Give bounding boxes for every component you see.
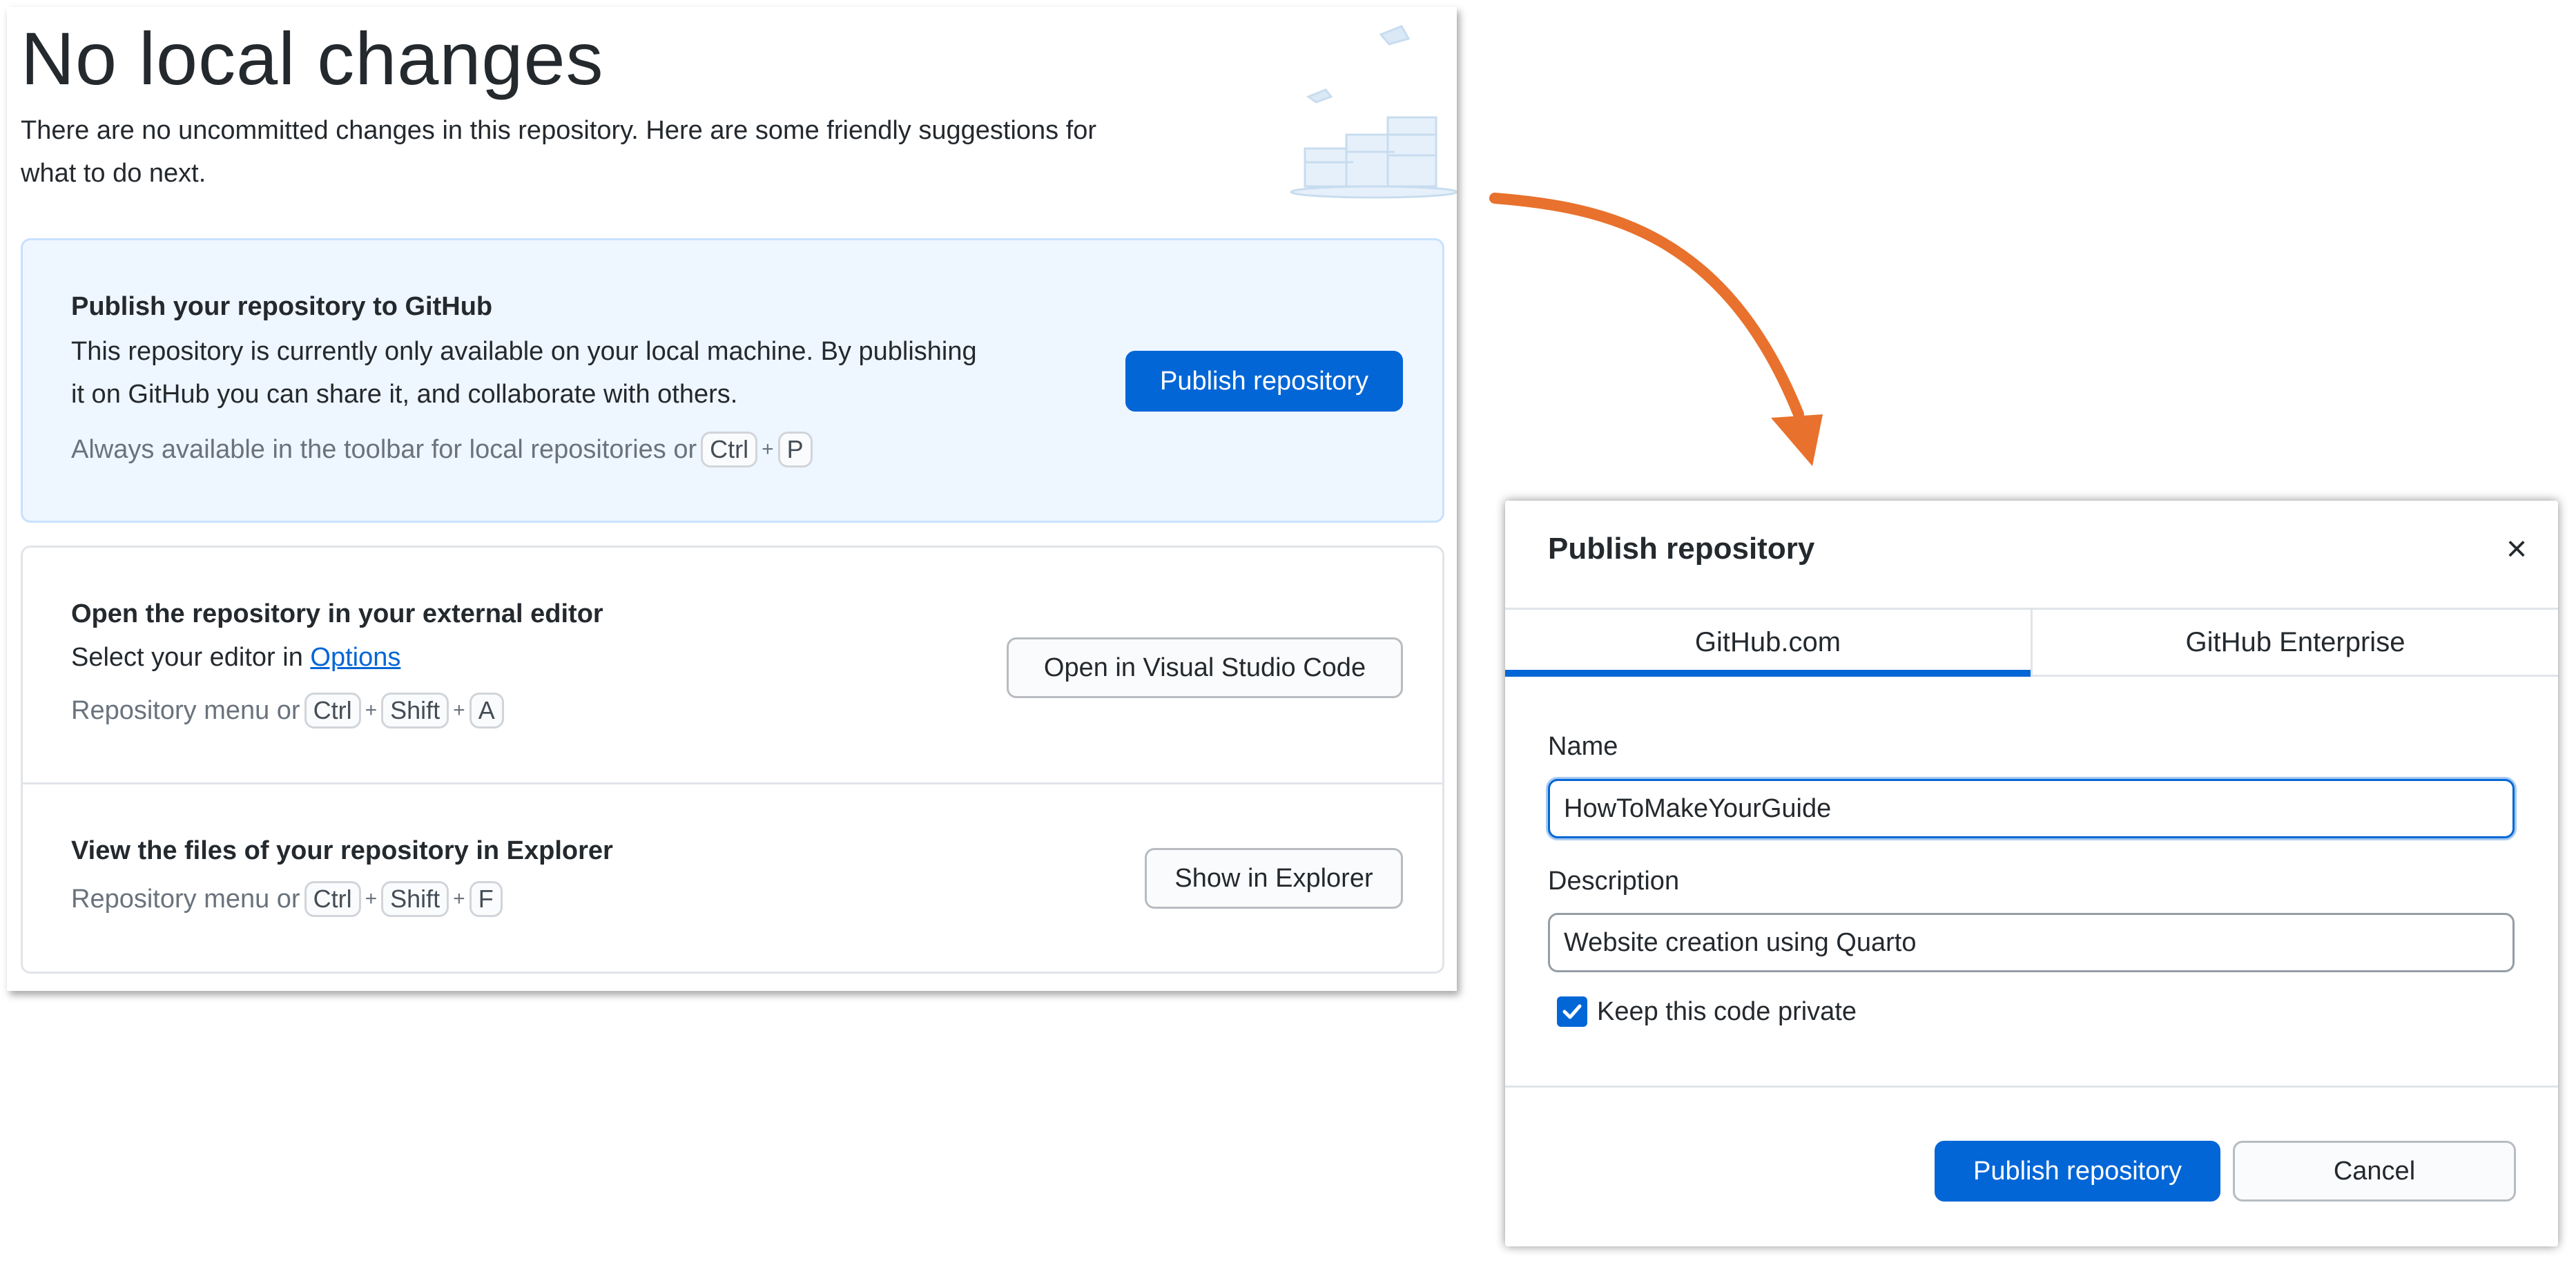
key-shift: Shift [381,881,449,917]
key-plus: + [453,699,465,722]
orange-arrow-icon [1489,193,1823,466]
keep-private-label: Keep this code private [1597,996,1857,1026]
no-local-changes-panel: No local changes There are no uncommitte… [7,7,1457,991]
publish-hint-text: Always available in the toolbar for loca… [71,434,697,464]
publish-suggestion-card: Publish your repository to GitHub This r… [21,238,1444,523]
key-shift: Shift [381,693,449,729]
publish-card-line-1: This repository is currently only availa… [71,337,977,366]
tab-github-enterprise[interactable]: GitHub Enterprise [2031,610,2558,675]
dialog-footer-divider [1505,1086,2558,1088]
key-ctrl: Ctrl [701,432,758,467]
page-title: No local changes [21,17,604,100]
keep-private-row: Keep this code private [1557,996,1857,1027]
description-input[interactable] [1548,913,2515,972]
key-plus: + [365,887,378,910]
name-input[interactable] [1548,779,2515,838]
select-editor-line: Select your editor in Options [71,636,400,679]
explorer-section: View the files of your repository in Exp… [23,784,1442,974]
screenshot-canvas: No local changes There are no uncommitte… [0,0,2576,1263]
dialog-publish-button[interactable]: Publish repository [1935,1141,2220,1202]
options-link[interactable]: Options [310,643,400,672]
publish-repository-dialog: Publish repository × GitHub.com GitHub E… [1505,501,2558,1246]
intro-line-2: what to do next. [21,159,206,188]
key-ctrl: Ctrl [304,881,361,917]
intro-line-1: There are no uncommitted changes in this… [21,116,1097,145]
key-plus: + [453,887,465,910]
key-f: F [469,881,503,917]
dialog-cancel-button[interactable]: Cancel [2233,1141,2516,1202]
key-plus: + [762,438,774,461]
publish-card-title: Publish your repository to GitHub [71,292,493,321]
empty-state-illustration [1290,25,1457,199]
open-editor-section: Open the repository in your external edi… [23,548,1442,784]
publish-repository-button[interactable]: Publish repository [1125,351,1403,412]
publish-card-line-2: it on GitHub you can share it, and colla… [71,380,738,409]
actions-card: Open the repository in your external edi… [21,546,1444,974]
select-editor-text: Select your editor in [71,643,303,672]
check-icon [1562,1004,1582,1019]
open-editor-title: Open the repository in your external edi… [71,599,603,628]
explorer-hint-text: Repository menu or [71,884,300,914]
close-icon[interactable]: × [2496,528,2537,570]
dialog-title: Publish repository [1548,532,1815,566]
description-label: Description [1548,867,1680,896]
key-ctrl: Ctrl [304,693,361,729]
open-in-vscode-button[interactable]: Open in Visual Studio Code [1007,637,1403,698]
editor-shortcut-hint: Repository menu or Ctrl + Shift + A [71,693,504,729]
key-p: P [777,432,813,467]
publish-shortcut-hint: Always available in the toolbar for loca… [71,432,813,467]
tab-github-com[interactable]: GitHub.com [1505,610,2031,677]
show-in-explorer-button[interactable]: Show in Explorer [1145,848,1403,909]
keep-private-checkbox[interactable] [1557,996,1587,1027]
key-plus: + [365,699,378,722]
explorer-shortcut-hint: Repository menu or Ctrl + Shift + F [71,881,503,917]
name-label: Name [1548,732,1618,761]
explorer-title: View the files of your repository in Exp… [71,836,613,865]
editor-hint-text: Repository menu or [71,695,300,725]
dialog-tabs: GitHub.com GitHub Enterprise [1505,608,2558,677]
intro-text: There are no uncommitted changes in this… [21,109,1236,195]
key-a: A [469,693,504,729]
